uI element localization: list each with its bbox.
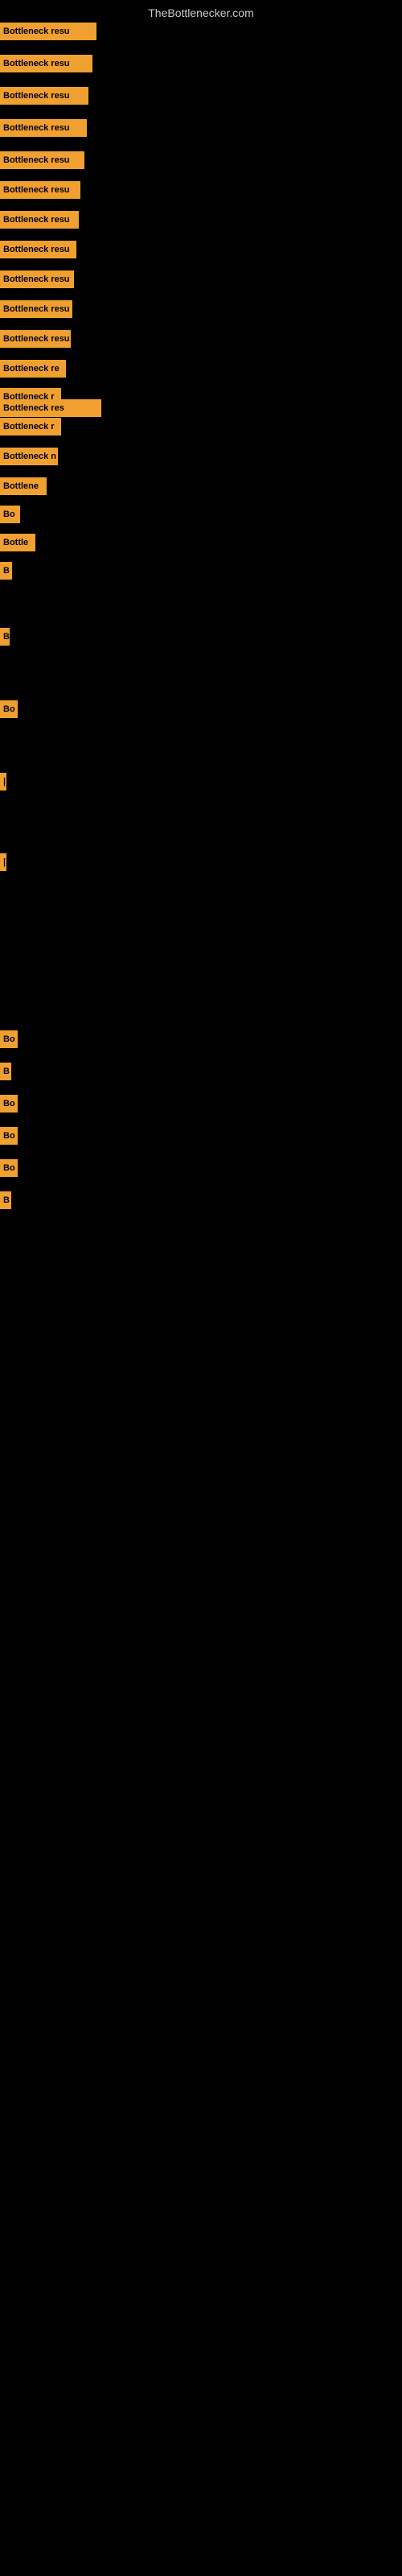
bottleneck-item: Bottle <box>0 534 35 551</box>
bottleneck-bar[interactable]: Bottlene <box>0 477 47 495</box>
bottleneck-item: Bo <box>0 1159 18 1177</box>
bottleneck-item: Bottleneck resu <box>0 330 71 348</box>
bottleneck-item: Bottleneck resu <box>0 211 79 229</box>
bottleneck-bar[interactable]: B <box>0 628 10 646</box>
bottleneck-bar[interactable]: Bottleneck re <box>0 360 66 378</box>
bottleneck-bar[interactable]: B <box>0 1063 11 1080</box>
bottleneck-item: Bottleneck resu <box>0 23 96 40</box>
bottleneck-bar[interactable]: Bottleneck n <box>0 448 58 465</box>
bottleneck-item: B <box>0 1063 11 1080</box>
bottleneck-item: B <box>0 1191 11 1209</box>
bottleneck-bar[interactable]: Bo <box>0 700 18 718</box>
bottleneck-item: Bottlene <box>0 477 47 495</box>
bottleneck-item: Bottleneck n <box>0 448 58 465</box>
bottleneck-item: B <box>0 628 10 646</box>
bottleneck-item: Bottleneck re <box>0 360 66 378</box>
bottleneck-bar[interactable]: Bottle <box>0 534 35 551</box>
bottleneck-bar[interactable]: Bottleneck resu <box>0 211 79 229</box>
bottleneck-bar[interactable]: Bo <box>0 1159 18 1177</box>
bottleneck-item: Bo <box>0 1095 18 1113</box>
bottleneck-bar[interactable]: Bottleneck resu <box>0 270 74 288</box>
bottleneck-item: Bottleneck res <box>0 399 101 417</box>
bottleneck-item: | <box>0 853 6 871</box>
bottleneck-item: Bottleneck resu <box>0 119 87 137</box>
bottleneck-bar[interactable]: Bottleneck resu <box>0 119 87 137</box>
bottleneck-bar[interactable]: Bottleneck resu <box>0 330 71 348</box>
bottleneck-bar[interactable]: | <box>0 853 6 871</box>
bottleneck-bar[interactable]: Bottleneck resu <box>0 300 72 318</box>
bottleneck-bar[interactable]: Bo <box>0 1095 18 1113</box>
bottleneck-bar[interactable]: Bottleneck resu <box>0 55 92 72</box>
bottleneck-item: Bo <box>0 1127 18 1145</box>
bottleneck-bar[interactable]: B <box>0 562 12 580</box>
bottleneck-item: Bottleneck resu <box>0 151 84 169</box>
bottleneck-bar[interactable]: Bo <box>0 1127 18 1145</box>
bottleneck-item: Bottleneck resu <box>0 300 72 318</box>
bottleneck-bar[interactable]: Bo <box>0 1030 18 1048</box>
bottleneck-bar[interactable]: Bottleneck resu <box>0 151 84 169</box>
bottleneck-item: Bo <box>0 1030 18 1048</box>
bottleneck-bar[interactable]: B <box>0 1191 11 1209</box>
bottleneck-bar[interactable]: Bottleneck resu <box>0 23 96 40</box>
bottleneck-item: B <box>0 562 12 580</box>
bottleneck-item: Bottleneck resu <box>0 270 74 288</box>
bottleneck-bar[interactable]: Bottleneck r <box>0 418 61 436</box>
bottleneck-item: | <box>0 773 6 791</box>
bottleneck-item: Bottleneck resu <box>0 181 80 199</box>
bottleneck-bar[interactable]: Bottleneck resu <box>0 241 76 258</box>
bottleneck-item: Bo <box>0 700 18 718</box>
bottleneck-bar[interactable]: | <box>0 773 6 791</box>
bottleneck-bar[interactable]: Bottleneck resu <box>0 87 88 105</box>
bottleneck-bar[interactable]: Bottleneck res <box>0 399 101 417</box>
bottleneck-item: Bottleneck resu <box>0 87 88 105</box>
bottleneck-item: Bottleneck resu <box>0 241 76 258</box>
bottleneck-bar[interactable]: Bo <box>0 506 20 523</box>
bottleneck-bar[interactable]: Bottleneck resu <box>0 181 80 199</box>
bottleneck-item: Bo <box>0 506 20 523</box>
site-title: TheBottlenecker.com <box>0 0 402 23</box>
bottleneck-item: Bottleneck r <box>0 418 61 436</box>
bottleneck-item: Bottleneck resu <box>0 55 92 72</box>
